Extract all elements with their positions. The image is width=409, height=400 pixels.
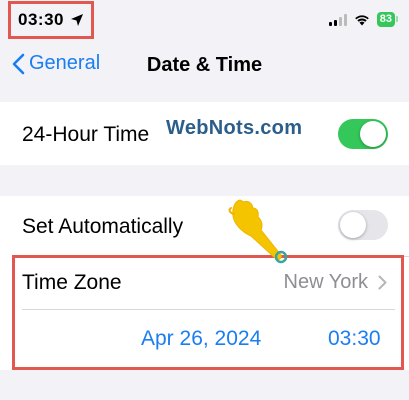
set-automatically-row: Set Automatically: [0, 196, 409, 256]
location-arrow-icon: [70, 14, 83, 26]
navigation-bar: General Date & Time: [0, 44, 409, 88]
hour24-label: 24-Hour Time: [22, 123, 150, 146]
annotation-highlight-box: [12, 255, 404, 370]
set-automatically-label: Set Automatically: [22, 215, 184, 238]
set-automatically-toggle[interactable]: [338, 210, 388, 240]
status-bar: 03:30 83: [0, 0, 409, 44]
status-indicators: 83: [328, 12, 399, 27]
wifi-icon: [354, 15, 369, 26]
status-time: 03:30: [18, 10, 64, 29]
pointing-hand-icon: [228, 199, 288, 264]
watermark: WebNots.com: [166, 117, 303, 139]
page-title: Date & Time: [146, 54, 263, 76]
toggle-knob: [340, 212, 366, 238]
status-time-highlight: 03:30: [8, 1, 94, 39]
toggle-knob: [360, 121, 386, 147]
battery-icon: 83: [376, 12, 399, 27]
hour24-toggle[interactable]: [338, 119, 388, 149]
cellular-signal-icon: [328, 13, 347, 26]
